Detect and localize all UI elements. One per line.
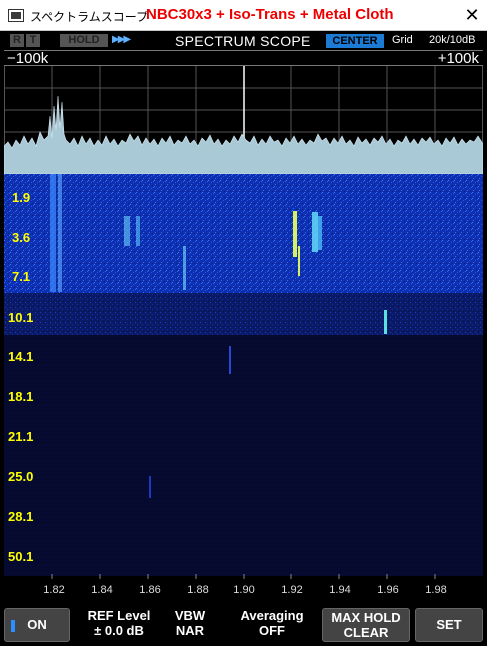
ref-level-label: REF Level [87,608,151,623]
span-db-label: 20k/10dB [429,34,476,46]
max-hold-clear-label: CLEAR [343,625,389,640]
grid-label: Grid [392,34,413,46]
on-status-indicator [11,620,15,632]
set-button-label: SET [436,617,462,632]
freq-tick-1-84: 1.84 [91,584,112,596]
averaging-value: OFF [259,623,285,638]
window-title: スペクトラムスコープ [30,10,149,24]
freq-tick-1-98: 1.98 [425,584,446,596]
band-label-1-9: 1.9 [12,190,30,205]
freq-tick-1-96: 1.96 [377,584,398,596]
span-right-label: +100k [437,50,479,67]
waterfall-band-hf-low [4,174,483,293]
t-indicator: T [26,34,40,47]
max-hold-clear-button[interactable]: MAX HOLD CLEAR [322,608,410,642]
waterfall-band-10m [4,293,483,335]
scope-status-bar: R T HOLD ▶▶▶ SPECTRUM SCOPE CENTER Grid … [4,33,483,49]
band-label-28-1: 28.1 [8,509,33,524]
ref-level-button[interactable]: REF Level ± 0.0 dB [75,608,163,642]
scope-title: SPECTRUM SCOPE [175,33,311,49]
close-button[interactable]: ✕ [457,0,487,31]
waterfall-band-quiet [4,335,483,597]
band-label-3-6: 3.6 [12,230,30,245]
freq-tick-1-90: 1.90 [233,584,254,596]
spectrum-waterfall[interactable]: 1.9 3.6 7.1 10.1 14.1 18.1 21.1 25.0 28.… [4,66,483,604]
span-row: −100k +100k [4,50,483,67]
r-indicator: R [10,34,24,47]
app-window-icon [8,9,24,22]
hold-indicator: HOLD [60,34,108,47]
band-label-18-1: 18.1 [8,389,33,404]
band-label-14-1: 14.1 [8,349,33,364]
center-mode-badge[interactable]: CENTER [326,34,384,48]
freq-tick-1-86: 1.86 [139,584,160,596]
vbw-label: VBW [174,608,206,623]
band-label-21-1: 21.1 [8,429,33,444]
max-hold-label: MAX HOLD [331,610,401,625]
band-label-50-1: 50.1 [8,549,33,564]
on-button[interactable]: ON [4,608,70,642]
window-title-bar: スペクトラムスコープ NBC30x3 + Iso-Trans + Metal C… [0,0,487,31]
close-icon: ✕ [464,5,480,25]
averaging-label: Averaging [240,608,304,623]
speed-arrows-icon: ▶▶▶ [112,34,131,45]
band-label-10-1: 10.1 [8,310,33,325]
freq-tick-1-94: 1.94 [329,584,350,596]
freq-tick-1-88: 1.88 [187,584,208,596]
freq-tick-1-92: 1.92 [281,584,302,596]
window-subtitle: NBC30x3 + Iso-Trans + Metal Cloth [146,6,394,23]
vbw-value: NAR [175,623,205,638]
band-label-7-1: 7.1 [12,269,30,284]
set-button[interactable]: SET [415,608,483,642]
ref-level-value: ± 0.0 dB [94,623,144,638]
averaging-button[interactable]: Averaging OFF [222,608,322,642]
span-left-label: −100k [7,50,49,67]
band-label-25-0: 25.0 [8,469,33,484]
vbw-button[interactable]: VBW NAR [166,608,214,642]
freq-tick-1-82: 1.82 [43,584,64,596]
